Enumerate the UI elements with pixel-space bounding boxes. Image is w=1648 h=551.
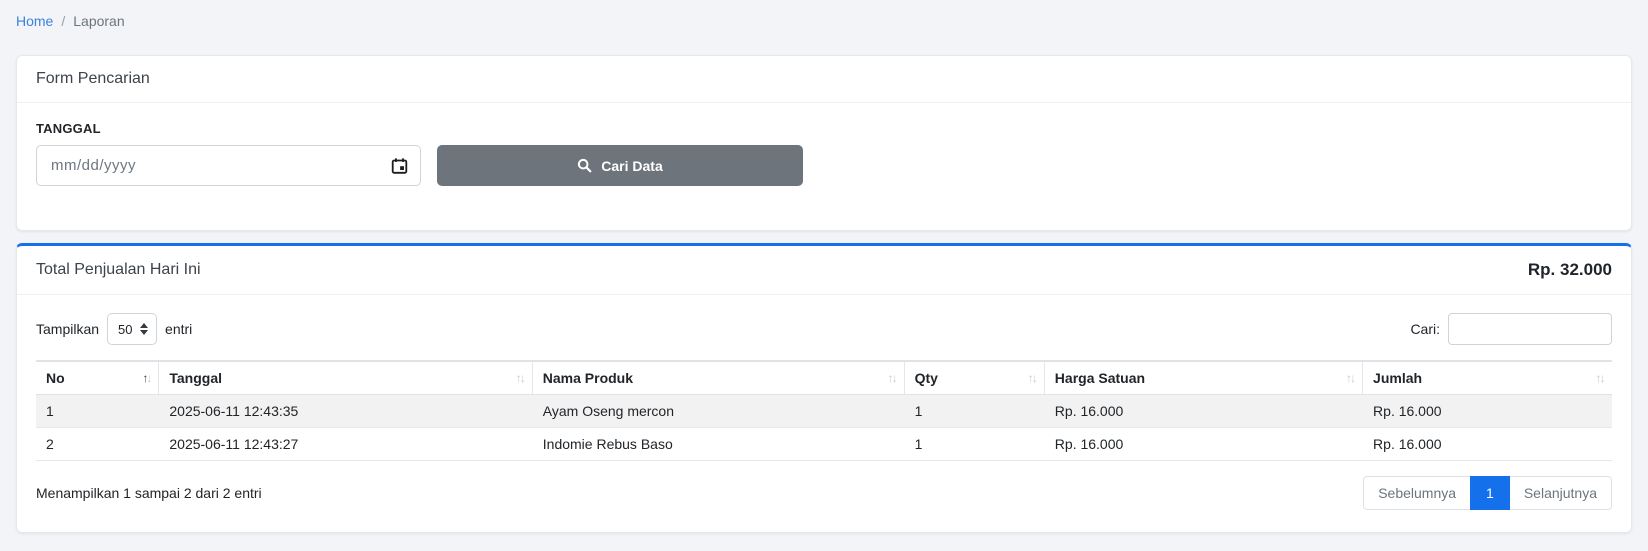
report-card-header: Total Penjualan Hari Ini Rp. 32.000 bbox=[17, 246, 1631, 295]
search-form-row: Cari Data bbox=[36, 145, 1612, 186]
table-cell: 2025-06-11 12:43:27 bbox=[158, 427, 533, 461]
column-header-label: Jumlah bbox=[1373, 370, 1423, 386]
table-cell: Rp. 16.000 bbox=[1362, 394, 1612, 428]
report-card-body: Tampilkan 50 entri Cari: No ↑↓ Tanggal ↑↓ Na… bbox=[17, 295, 1631, 532]
table-search-label: Cari: bbox=[1410, 321, 1440, 337]
column-header-label: Harga Satuan bbox=[1054, 370, 1146, 386]
date-input[interactable] bbox=[36, 145, 421, 186]
table-cell: Indomie Rebus Baso bbox=[532, 427, 905, 461]
column-header-jumlah[interactable]: Jumlah ↑↓ bbox=[1362, 360, 1612, 395]
table-cell: 1 bbox=[904, 394, 1045, 428]
search-card-title: Form Pencarian bbox=[36, 70, 150, 87]
sort-arrows-icon: ↑↓ bbox=[1027, 371, 1038, 385]
sort-arrows-icon: ↑↓ bbox=[1595, 371, 1606, 385]
date-field-wrap bbox=[36, 145, 421, 186]
page-length-control: Tampilkan 50 entri bbox=[36, 313, 192, 345]
sales-table-head: No ↑↓ Tanggal ↑↓ Nama Produk ↑↓ Qty ↑↓ Harga Sat… bbox=[36, 360, 1612, 395]
column-header-harga-satuan[interactable]: Harga Satuan ↑↓ bbox=[1044, 360, 1364, 395]
column-header-label: Nama Produk bbox=[542, 370, 634, 386]
datatable-controls: Tampilkan 50 entri Cari: bbox=[36, 313, 1612, 345]
sort-arrows-icon: ↑↓ bbox=[515, 371, 526, 385]
pagination-page-1-button[interactable]: 1 bbox=[1470, 476, 1510, 510]
sort-arrows-icon: ↑↓ bbox=[1346, 371, 1356, 385]
table-info-text: Menampilkan 1 sampai 2 dari 2 entri bbox=[36, 485, 262, 501]
page-length-value: 50 bbox=[118, 321, 133, 337]
sales-table-header-row: No ↑↓ Tanggal ↑↓ Nama Produk ↑↓ Qty ↑↓ Harga Sat… bbox=[36, 360, 1612, 395]
column-header-label: No bbox=[46, 370, 65, 386]
pagination-next-button[interactable]: Selanjutnya bbox=[1508, 476, 1612, 510]
table-cell: Rp. 16.000 bbox=[1362, 427, 1612, 461]
cari-data-button-label: Cari Data bbox=[601, 157, 663, 174]
pagination: Sebelumnya 1 Selanjutnya bbox=[1363, 476, 1612, 510]
cari-data-button[interactable]: Cari Data bbox=[437, 145, 803, 186]
table-cell: 1 bbox=[904, 427, 1045, 461]
report-card: Total Penjualan Hari Ini Rp. 32.000 Tamp… bbox=[16, 243, 1632, 533]
select-up-down-icon bbox=[140, 323, 149, 335]
page-length-label-after: entri bbox=[165, 321, 193, 337]
calendar-icon[interactable] bbox=[391, 157, 408, 174]
breadcrumb-current: Laporan bbox=[73, 13, 125, 29]
table-search-control: Cari: bbox=[1410, 313, 1612, 345]
total-sales-value: Rp. 32.000 bbox=[1527, 260, 1612, 279]
sort-arrows-icon: ↑↓ bbox=[887, 371, 898, 385]
table-search-input[interactable] bbox=[1448, 313, 1612, 345]
breadcrumb-home-link[interactable]: Home bbox=[16, 13, 53, 29]
table-cell: Rp. 16.000 bbox=[1044, 427, 1363, 461]
table-cell: 2025-06-11 12:43:35 bbox=[158, 394, 533, 428]
search-form-card: Form Pencarian TANGGAL mm/dd/yyyy Cari D… bbox=[16, 55, 1632, 231]
datatable-footer: Menampilkan 1 sampai 2 dari 2 entri Sebe… bbox=[36, 476, 1612, 514]
sort-arrows-icon: ↑↓ bbox=[142, 371, 152, 385]
column-header-label: Qty bbox=[914, 370, 938, 386]
table-cell: 2 bbox=[36, 427, 159, 461]
column-header-label: Tanggal bbox=[169, 370, 223, 386]
breadcrumb: Home / Laporan bbox=[16, 0, 1632, 35]
table-cell: Ayam Oseng mercon bbox=[532, 394, 905, 428]
column-header-tanggal[interactable]: Tanggal ↑↓ bbox=[158, 360, 533, 395]
breadcrumb-separator: / bbox=[61, 13, 66, 29]
page-length-select[interactable]: 50 bbox=[107, 313, 158, 345]
search-icon bbox=[577, 158, 592, 173]
page-length-label-before: Tampilkan bbox=[36, 321, 100, 337]
table-row: 2 2025-06-11 12:43:27 Indomie Rebus Baso 1 R… bbox=[36, 427, 1612, 461]
search-card-header: Form Pencarian bbox=[17, 56, 1631, 103]
search-card-body: TANGGAL mm/dd/yyyy Cari Data bbox=[17, 103, 1631, 230]
column-header-qty[interactable]: Qty ↑↓ bbox=[904, 360, 1045, 395]
pagination-previous-button[interactable]: Sebelumnya bbox=[1363, 476, 1472, 510]
column-header-nama-produk[interactable]: Nama Produk ↑↓ bbox=[532, 360, 905, 395]
sales-table: No ↑↓ Tanggal ↑↓ Nama Produk ↑↓ Qty ↑↓ Harga Sat… bbox=[36, 360, 1612, 461]
column-header-no[interactable]: No ↑↓ bbox=[36, 360, 160, 395]
table-cell: 1 bbox=[36, 394, 159, 428]
report-card-title: Total Penjualan Hari Ini bbox=[36, 261, 201, 278]
table-row: 1 2025-06-11 12:43:35 Ayam Oseng mercon 1 Rp… bbox=[36, 394, 1612, 428]
laporan-page: Home / Laporan Form Pencarian TANGGAL mm… bbox=[0, 0, 1648, 533]
date-field-label: TANGGAL bbox=[36, 121, 101, 136]
table-cell: Rp. 16.000 bbox=[1044, 394, 1363, 428]
sales-table-body: 1 2025-06-11 12:43:35 Ayam Oseng mercon 1 Rp… bbox=[36, 394, 1612, 461]
